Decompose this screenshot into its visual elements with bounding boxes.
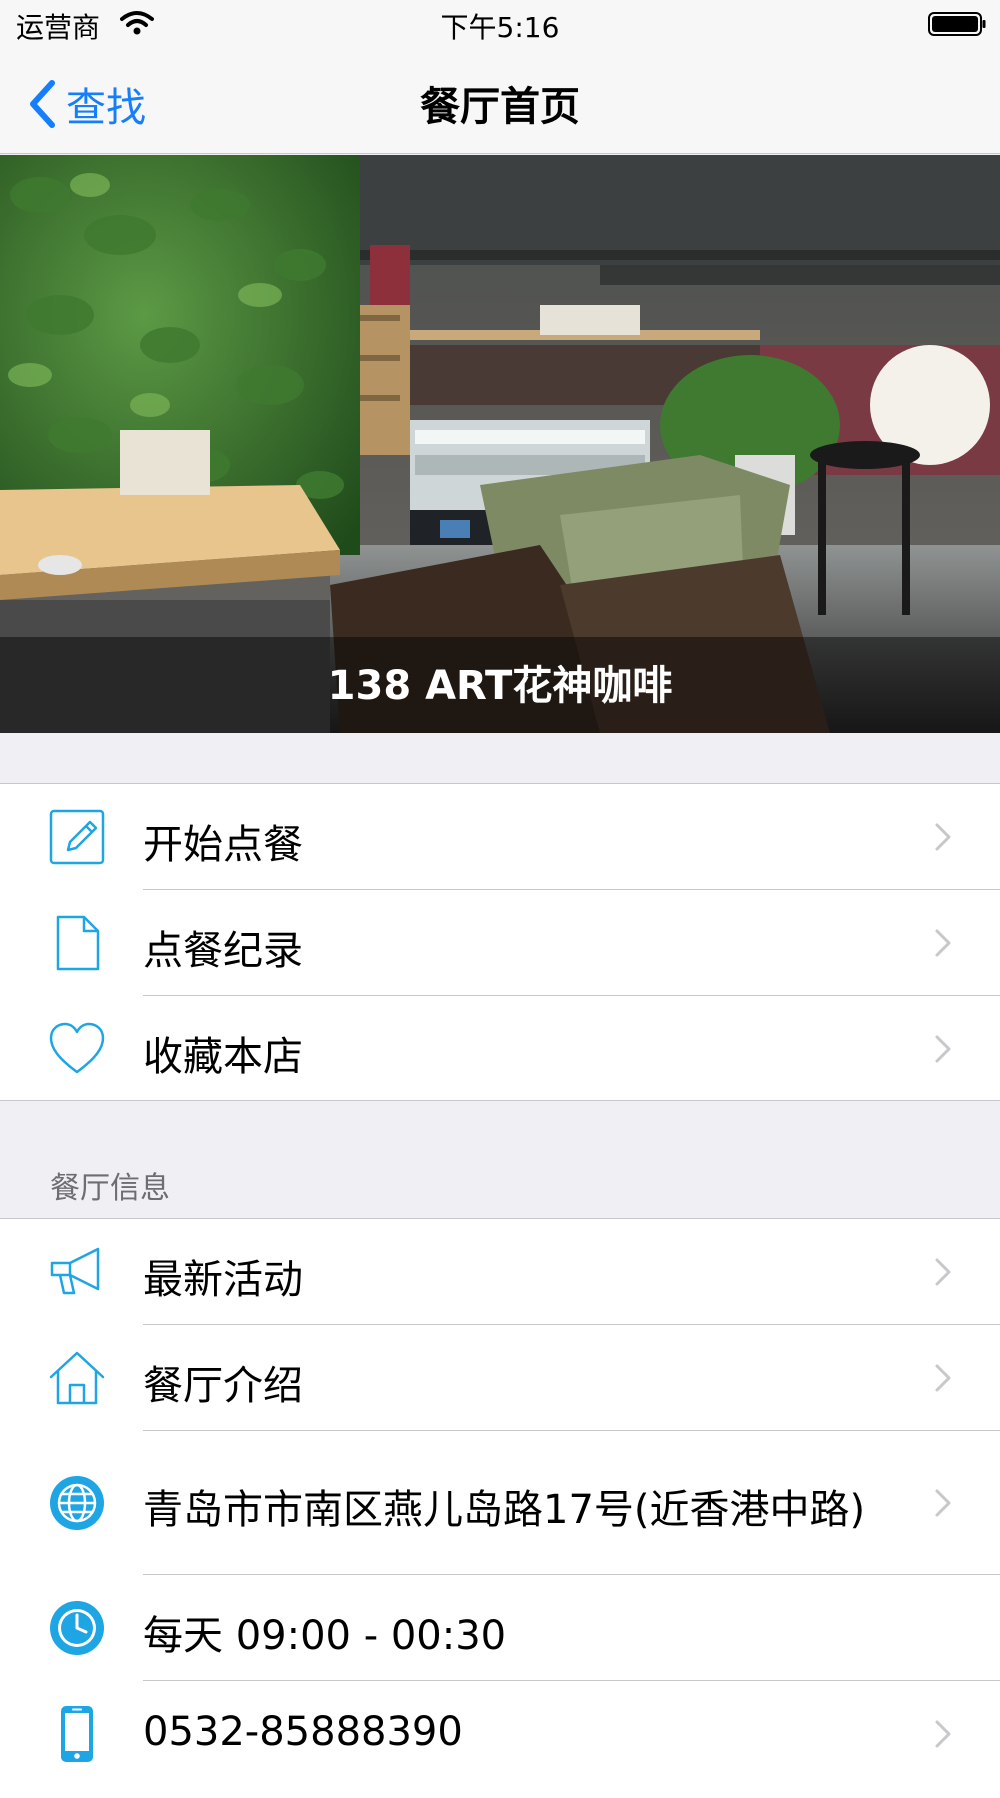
chevron-right-icon [935,1035,951,1063]
latest-activity-label: 最新活动 [143,1257,303,1303]
chevron-right-icon [935,1364,951,1392]
status-time: 下午5:16 [440,11,560,44]
hours-cell: 每天 09:00 - 00:30 [0,1575,1000,1681]
actions-group: 开始点餐 点餐纪录 收藏本店 [0,783,1000,1101]
address-label: 青岛市市南区燕儿岛路17号(近香港中路) [143,1487,866,1533]
start-order-label: 开始点餐 [143,822,303,868]
document-icon [56,915,100,971]
restaurant-intro-cell[interactable]: 餐厅介绍 [0,1325,1000,1431]
heart-icon [49,1022,105,1074]
chevron-right-icon [935,823,951,851]
chevron-right-icon [935,1720,951,1748]
megaphone-icon [50,1247,100,1295]
order-history-label: 点餐纪录 [143,928,303,974]
page-title: 餐厅首页 [420,84,580,130]
hours-label: 每天 09:00 - 00:30 [143,1613,507,1659]
restaurant-name: 138 ART花神咖啡 [327,663,673,709]
status-bar: 运营商 下午5:16 [0,0,1000,52]
restaurant-info-header: 餐厅信息 [50,1171,170,1206]
latest-activity-cell[interactable]: 最新活动 [0,1219,1000,1325]
clock-icon [50,1601,104,1655]
favorite-cell[interactable]: 收藏本店 [0,996,1000,1100]
globe-icon [50,1476,104,1530]
favorite-label: 收藏本店 [143,1034,303,1080]
address-cell[interactable]: 青岛市市南区燕儿岛路17号(近香港中路) [0,1431,1000,1575]
mobile-phone-icon [61,1706,93,1762]
chevron-right-icon [935,929,951,957]
navigation-bar: 查找 餐厅首页 [0,52,1000,154]
restaurant-photo: 138 ART花神咖啡 [0,155,1000,733]
house-icon [49,1351,105,1405]
restaurant-intro-label: 餐厅介绍 [143,1363,303,1409]
chevron-right-icon [935,1489,951,1517]
battery-icon [928,12,986,36]
pencil-edit-icon [49,809,105,865]
phone-label: 0532-85888390 [143,1709,463,1755]
chevron-right-icon [935,1258,951,1286]
info-group: 最新活动 餐厅介绍 青岛市市南区燕儿岛路17号(近香港中路) 每天 09:00 … [0,1218,1000,1798]
start-order-cell[interactable]: 开始点餐 [0,784,1000,890]
order-history-cell[interactable]: 点餐纪录 [0,890,1000,996]
phone-cell[interactable]: 0532-85888390 [0,1681,1000,1787]
